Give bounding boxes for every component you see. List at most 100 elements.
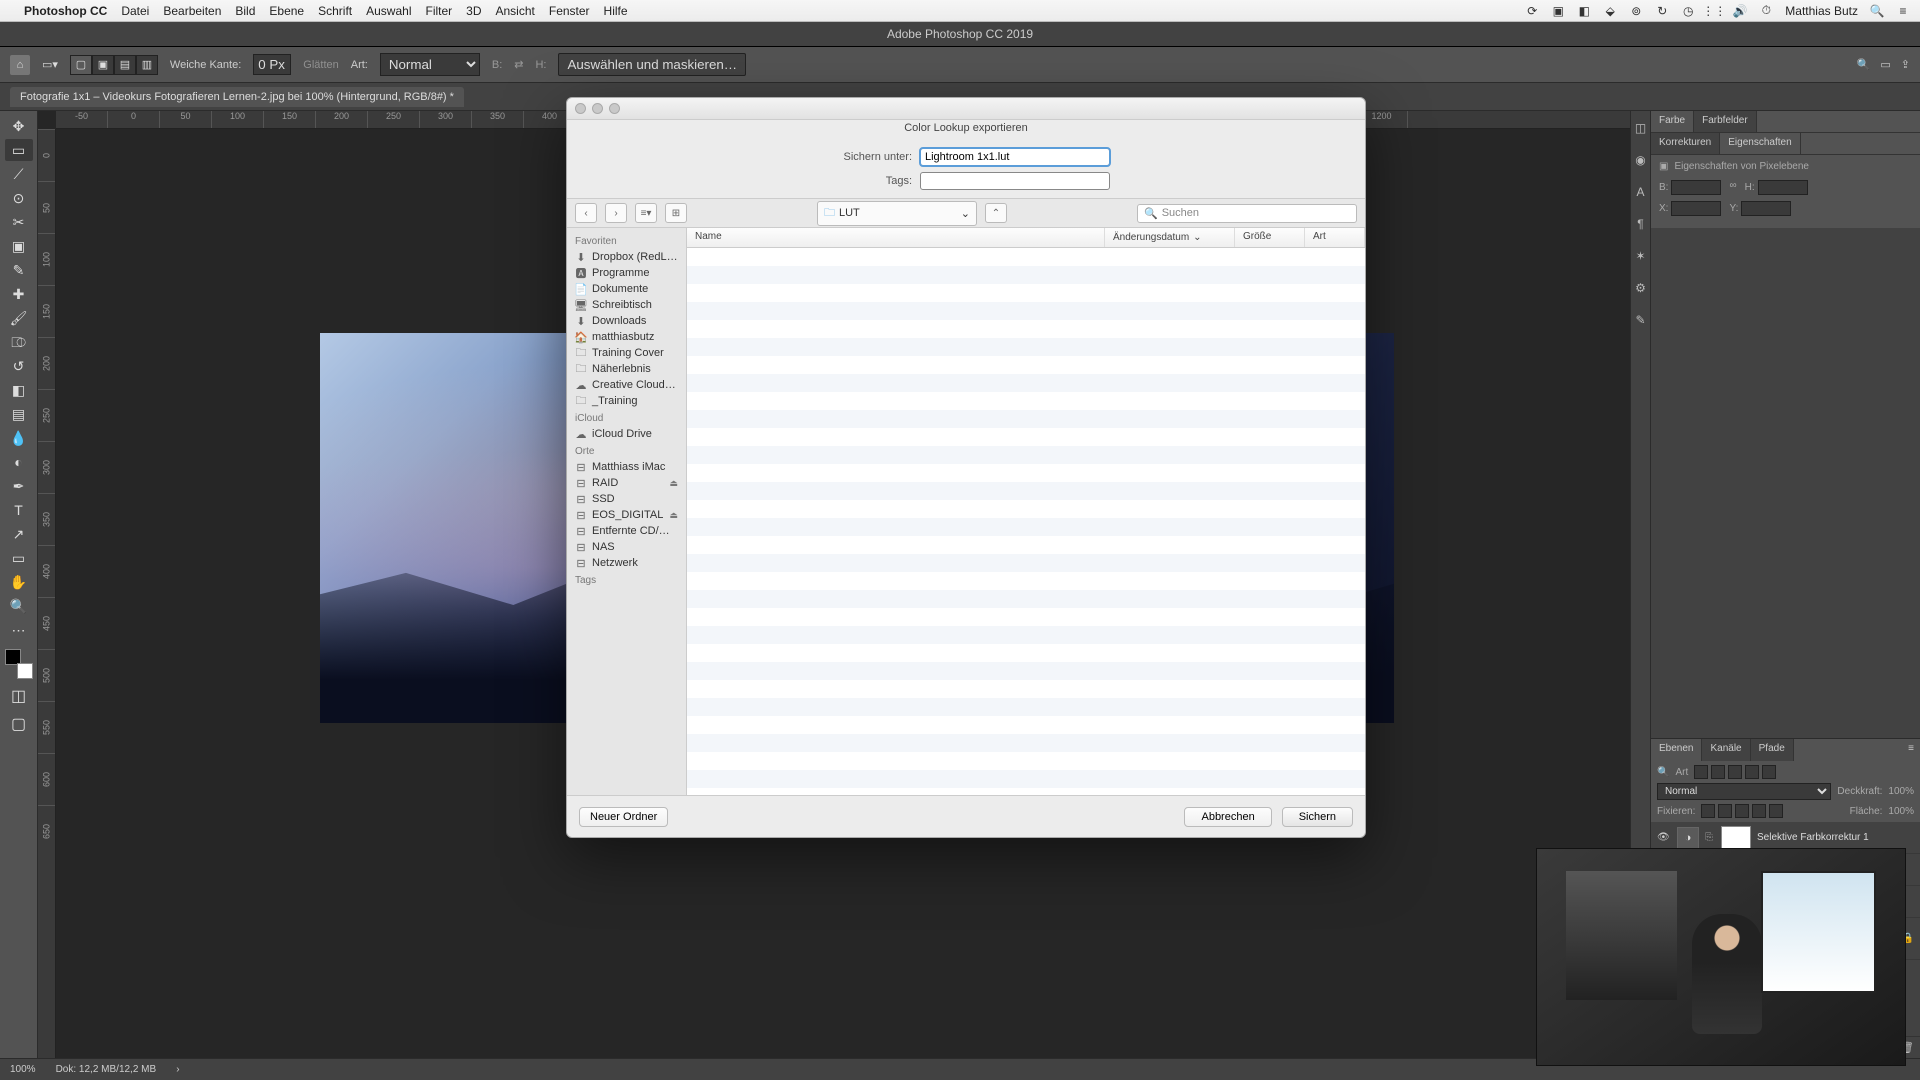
link-dimensions-icon[interactable]: ∞ <box>1729 180 1736 195</box>
menu-hilfe[interactable]: Hilfe <box>604 4 628 18</box>
forward-button[interactable]: › <box>605 203 627 223</box>
collapse-button[interactable]: ⌃ <box>985 203 1007 223</box>
brush-tool-icon[interactable]: 🖌 <box>5 307 33 329</box>
tab-eigenschaften[interactable]: Eigenschaften <box>1720 133 1800 154</box>
visibility-icon[interactable]: 👁 <box>1657 832 1671 843</box>
sidebar-item[interactable]: 🗀_Training <box>567 393 686 409</box>
tab-ebenen[interactable]: Ebenen <box>1651 739 1702 761</box>
minimize-light-icon[interactable] <box>592 103 603 114</box>
wifi-icon[interactable]: ⋮⋮ <box>1707 4 1721 18</box>
doc-info[interactable]: Dok: 12,2 MB/12,2 MB <box>56 1064 157 1075</box>
cancel-button[interactable]: Abbrechen <box>1184 807 1271 827</box>
filter-icon-4[interactable] <box>1745 765 1759 779</box>
zoom-level[interactable]: 100% <box>10 1064 36 1075</box>
tags-input[interactable] <box>920 172 1110 190</box>
search-tool-icon[interactable]: 🔍 <box>1857 58 1871 71</box>
home-icon[interactable]: ⌂ <box>10 55 30 75</box>
marquee-tool-icon[interactable]: ▭ <box>5 139 33 161</box>
tab-kanaele[interactable]: Kanäle <box>1702 739 1750 761</box>
status-arrow-icon[interactable]: › <box>176 1064 179 1075</box>
history-brush-tool-icon[interactable]: ↺ <box>5 355 33 377</box>
status-icon-drop[interactable]: ⬙ <box>1603 4 1617 18</box>
more-tools-icon[interactable]: ⋯ <box>5 619 33 641</box>
zoom-tool-icon[interactable]: 🔍 <box>5 595 33 617</box>
workspace-icon[interactable]: ▭ <box>1880 58 1890 71</box>
menu-3d[interactable]: 3D <box>466 4 481 18</box>
gradient-tool-icon[interactable]: ▤ <box>5 403 33 425</box>
filter-icon-1[interactable] <box>1694 765 1708 779</box>
sidebar-item[interactable]: ⊟NAS <box>567 539 686 555</box>
sidebar-item[interactable]: ⬇Dropbox (RedL… <box>567 249 686 265</box>
feather-input[interactable] <box>253 54 291 75</box>
prop-y-input[interactable] <box>1741 201 1791 216</box>
prop-b-input[interactable] <box>1671 180 1721 195</box>
column-name[interactable]: Name <box>687 228 1105 247</box>
opacity-value[interactable]: 100% <box>1888 786 1914 797</box>
menu-ebene[interactable]: Ebene <box>269 4 304 18</box>
selection-add-icon[interactable]: ▣ <box>92 55 114 75</box>
collapsed-icon-7[interactable]: ✎ <box>1635 313 1645 327</box>
layer-mask[interactable] <box>1721 826 1751 850</box>
sidebar-item[interactable]: ⊟Entfernte CD/… <box>567 523 686 539</box>
menu-fenster[interactable]: Fenster <box>549 4 590 18</box>
tab-pfade[interactable]: Pfade <box>1751 739 1794 761</box>
column-size[interactable]: Größe <box>1235 228 1305 247</box>
menu-app[interactable]: Photoshop CC <box>24 4 107 18</box>
sidebar-item[interactable]: ⊟Netzwerk <box>567 555 686 571</box>
lock-icon-3[interactable] <box>1735 804 1749 818</box>
filename-input[interactable] <box>920 148 1110 166</box>
sidebar-item[interactable]: ☁iCloud Drive <box>567 426 686 442</box>
lock-icon-2[interactable] <box>1718 804 1732 818</box>
back-button[interactable]: ‹ <box>575 203 597 223</box>
lock-icon-4[interactable] <box>1752 804 1766 818</box>
document-tab[interactable]: Fotografie 1x1 – Videokurs Fotografieren… <box>10 87 464 107</box>
tool-preset-icon[interactable]: ▭▾ <box>42 58 58 71</box>
move-tool-icon[interactable]: ✥ <box>5 115 33 137</box>
clock-icon[interactable]: ⏱ <box>1759 4 1773 18</box>
close-light-icon[interactable] <box>575 103 586 114</box>
tab-farbfelder[interactable]: Farbfelder <box>1694 111 1757 132</box>
file-rows[interactable] <box>687 248 1365 795</box>
share-icon[interactable]: ⇪ <box>1901 58 1910 71</box>
search-field[interactable]: 🔍 Suchen <box>1137 204 1357 223</box>
sidebar-item[interactable]: 🗀Näherlebnis <box>567 361 686 377</box>
lasso-tool-icon[interactable]: ⟋ <box>5 163 33 185</box>
column-kind[interactable]: Art <box>1305 228 1365 247</box>
folder-select[interactable]: 🗀 LUT ⌄ <box>817 201 977 226</box>
search-icon[interactable]: 🔍 <box>1870 4 1884 18</box>
lock-icon-5[interactable] <box>1769 804 1783 818</box>
collapsed-icon-3[interactable]: A <box>1636 185 1644 199</box>
menu-filter[interactable]: Filter <box>425 4 452 18</box>
type-tool-icon[interactable]: T <box>5 499 33 521</box>
fill-value[interactable]: 100% <box>1888 806 1914 817</box>
path-tool-icon[interactable]: ↗ <box>5 523 33 545</box>
sidebar-item[interactable]: 🖥Schreibtisch <box>567 297 686 313</box>
blend-mode-select[interactable]: Normal <box>1657 783 1831 800</box>
sidebar-item[interactable]: ⬇Downloads <box>567 313 686 329</box>
status-icon-tm[interactable]: ↻ <box>1655 4 1669 18</box>
blur-tool-icon[interactable]: 💧 <box>5 427 33 449</box>
frame-tool-icon[interactable]: ▣ <box>5 235 33 257</box>
new-folder-button[interactable]: Neuer Ordner <box>579 807 668 827</box>
dodge-tool-icon[interactable]: ◐ <box>5 451 33 473</box>
art-select[interactable]: Normal <box>380 53 480 76</box>
menu-datei[interactable]: Datei <box>121 4 149 18</box>
column-date[interactable]: Änderungsdatum⌄ <box>1105 228 1235 247</box>
sidebar-item[interactable]: ⊟Matthiass iMac <box>567 459 686 475</box>
eject-icon[interactable]: ⏏ <box>669 478 678 489</box>
menu-auswahl[interactable]: Auswahl <box>366 4 411 18</box>
sidebar-item[interactable]: ⊟EOS_DIGITAL⏏ <box>567 507 686 523</box>
view-mode-button[interactable]: ≡▾ <box>635 203 657 223</box>
shape-tool-icon[interactable]: ▭ <box>5 547 33 569</box>
sidebar-item[interactable]: 🅰Programme <box>567 265 686 281</box>
selection-new-icon[interactable]: ▢ <box>70 55 92 75</box>
collapsed-icon-6[interactable]: ⚙ <box>1635 281 1646 295</box>
volume-icon[interactable]: 🔊 <box>1733 4 1747 18</box>
eraser-tool-icon[interactable]: ◧ <box>5 379 33 401</box>
menu-schrift[interactable]: Schrift <box>318 4 352 18</box>
eject-icon[interactable]: ⏏ <box>669 510 678 521</box>
selection-subtract-icon[interactable]: ▤ <box>114 55 136 75</box>
prop-x-input[interactable] <box>1671 201 1721 216</box>
menubar-user[interactable]: Matthias Butz <box>1785 4 1858 18</box>
status-icon-2[interactable]: ▣ <box>1551 4 1565 18</box>
